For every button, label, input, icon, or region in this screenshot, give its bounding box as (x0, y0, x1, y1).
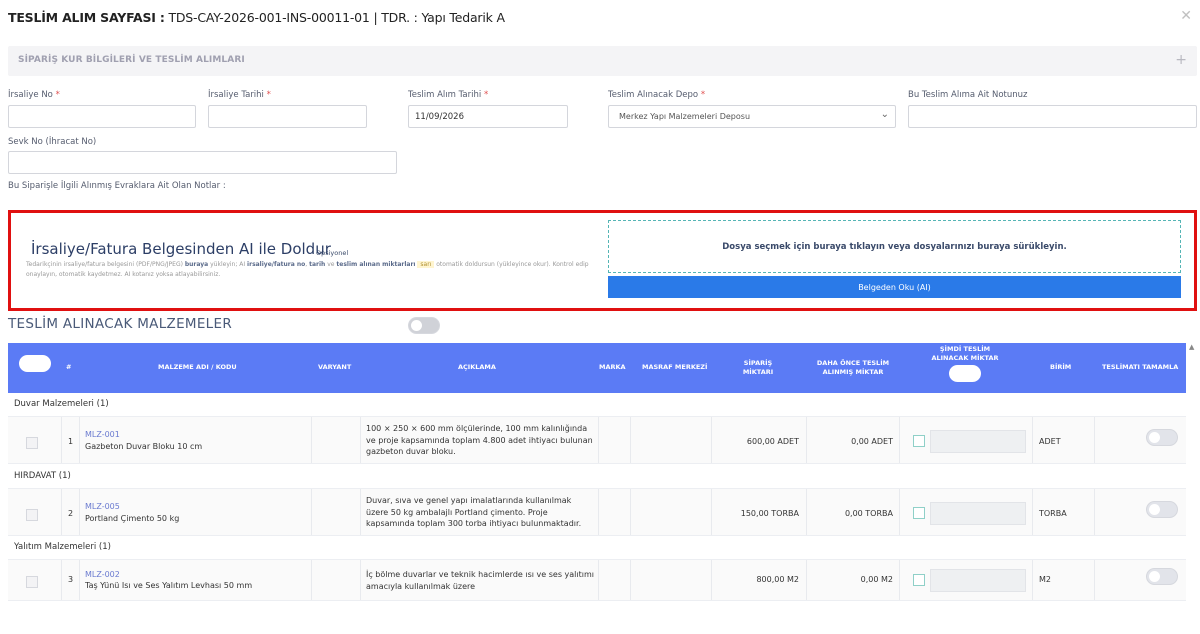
depo-select[interactable]: Merkez Yapı Malzemeleri Deposu ⌄ (608, 105, 896, 128)
row-no: 3 (68, 575, 74, 584)
col-variant: VARYANT (318, 363, 352, 371)
table-row: 3 MLZ-002 Taş Yünü Isı ve Ses Yalıtım Le… (8, 559, 1186, 601)
order-qty: 600,00 ADET (746, 437, 799, 446)
optional-badge: Opsiyonel (316, 249, 349, 257)
row-checkbox[interactable] (26, 576, 38, 588)
table-header: # MALZEME ADI / KODU VARYANT AÇIKLAMA MA… (8, 343, 1186, 393)
col-brand: MARKA (599, 363, 626, 371)
now-qty-input[interactable] (930, 430, 1026, 453)
group-header: Duvar Malzemeleri (1) (14, 399, 109, 409)
read-from-document-button[interactable]: Belgeden Oku (AI) (608, 276, 1181, 298)
teslim-alim-tarihi-input[interactable]: 11/09/2026 (408, 105, 568, 128)
now-qty-checkbox[interactable] (913, 574, 925, 586)
col-prev-qty: DAHA ÖNCE TESLİM ALINMIŞ MİKTAR (816, 359, 890, 376)
col-name: MALZEME ADI / KODU (158, 363, 237, 371)
unit: ADET (1039, 437, 1061, 446)
col-cost-center: MASRAF MERKEZİ (642, 363, 708, 371)
material-code[interactable]: MLZ-005 (85, 502, 120, 511)
order-qty: 150,00 TORBA (740, 509, 799, 518)
chevron-down-icon: ⌄ (880, 109, 889, 120)
depo-label: Teslim Alınacak Depo * (608, 90, 706, 100)
now-qty-checkbox[interactable] (913, 507, 925, 519)
row-no: 2 (68, 509, 74, 518)
material-desc: Duvar, sıva ve genel yapı imalatlarında … (366, 496, 582, 528)
irsaliye-no-input[interactable] (8, 105, 196, 128)
order-qty: 800,00 M2 (756, 575, 799, 584)
material-code[interactable]: MLZ-001 (85, 430, 120, 439)
col-unit: BİRİM (1050, 363, 1072, 371)
materials-toggle[interactable] (408, 317, 440, 334)
sevk-no-label: Sevk No (İhracat No) (8, 137, 97, 147)
teslim-alim-tarihi-label: Teslim Alım Tarihi * (408, 90, 489, 100)
close-icon[interactable]: ✕ (1180, 8, 1192, 24)
now-qty-input[interactable] (930, 569, 1026, 592)
irsaliye-tarihi-label: İrsaliye Tarihi * (208, 90, 271, 100)
table-row: 2 MLZ-005 Portland Çimento 50 kg Duvar, … (8, 488, 1186, 536)
materials-title: TESLİM ALINACAK MALZEMELER (8, 316, 233, 332)
table-row: 1 MLZ-001 Gazbeton Duvar Bloku 10 cm 100… (8, 416, 1186, 464)
col-complete: TESLİMATI TAMAMLA (1102, 363, 1179, 371)
row-no: 1 (68, 437, 74, 446)
select-all-toggle[interactable] (19, 355, 51, 372)
complete-toggle[interactable] (1146, 568, 1178, 585)
ai-fill-panel: İrsaliye/Fatura Belgesinden AI ile Doldu… (8, 210, 1197, 311)
irsaliye-no-label: İrsaliye No * (8, 90, 60, 100)
row-checkbox[interactable] (26, 437, 38, 449)
now-qty-input[interactable] (930, 502, 1026, 525)
material-code[interactable]: MLZ-002 (85, 570, 120, 579)
complete-toggle[interactable] (1146, 501, 1178, 518)
col-desc: AÇIKLAMA (458, 363, 496, 371)
prev-qty: 0,00 TORBA (844, 509, 893, 518)
col-now-qty: ŞİMDİ TESLİM ALINACAK MİKTAR (931, 345, 999, 362)
now-qty-checkbox[interactable] (913, 435, 925, 447)
material-name: Taş Yünü Isı ve Ses Yalıtım Levhası 50 m… (85, 581, 253, 590)
material-desc: İç bölme duvarlar ve teknik hacimlerde ı… (366, 570, 594, 591)
now-qty-toggle[interactable] (949, 365, 981, 382)
page-title: TESLİM ALIM SAYFASI : TDS-CAY-2026-001-I… (8, 10, 505, 25)
depo-selected-value: Merkez Yapı Malzemeleri Deposu (619, 112, 751, 121)
not-textarea[interactable] (908, 105, 1197, 128)
expand-plus-icon[interactable]: + (1175, 52, 1187, 68)
ai-fill-title: İrsaliye/Fatura Belgesinden AI ile Doldu… (31, 240, 331, 258)
material-desc: 100 × 250 × 600 mm ölçülerinde, 100 mm k… (366, 424, 593, 456)
unit: M2 (1039, 575, 1051, 584)
file-drop-zone[interactable]: Dosya seçmek için buraya tıklayın veya d… (608, 220, 1181, 273)
group-header: HIRDAVAT (1) (14, 471, 71, 481)
section-header-order-info[interactable]: SİPARİŞ KUR BİLGİLERİ VE TESLİM ALIMLARI… (8, 46, 1197, 76)
not-label: Bu Teslim Alıma Ait Notunuz (908, 90, 1028, 100)
sevk-no-input[interactable] (8, 151, 397, 174)
prev-qty: 0,00 ADET (851, 437, 893, 446)
col-order-qty: SİPARİŞ MİKTARI (742, 359, 774, 376)
prev-qty: 0,00 M2 (860, 575, 893, 584)
group-header: Yalıtım Malzemeleri (1) (14, 542, 111, 552)
col-no: # (66, 363, 72, 371)
material-name: Gazbeton Duvar Bloku 10 cm (85, 442, 203, 451)
irsaliye-tarihi-input[interactable] (208, 105, 367, 128)
complete-toggle[interactable] (1146, 429, 1178, 446)
row-checkbox[interactable] (26, 509, 38, 521)
section-label: SİPARİŞ KUR BİLGİLERİ VE TESLİM ALIMLARI (18, 55, 245, 65)
unit: TORBA (1039, 509, 1067, 518)
scroll-up-icon[interactable]: ▲ (1189, 343, 1194, 351)
material-name: Portland Çimento 50 kg (85, 514, 180, 523)
evrak-notes-label: Bu Siparişle İlgili Alınmış Evraklara Ai… (8, 181, 226, 191)
ai-fill-description: Tedarikçinin irsaliye/fatura belgesini (… (26, 261, 589, 278)
